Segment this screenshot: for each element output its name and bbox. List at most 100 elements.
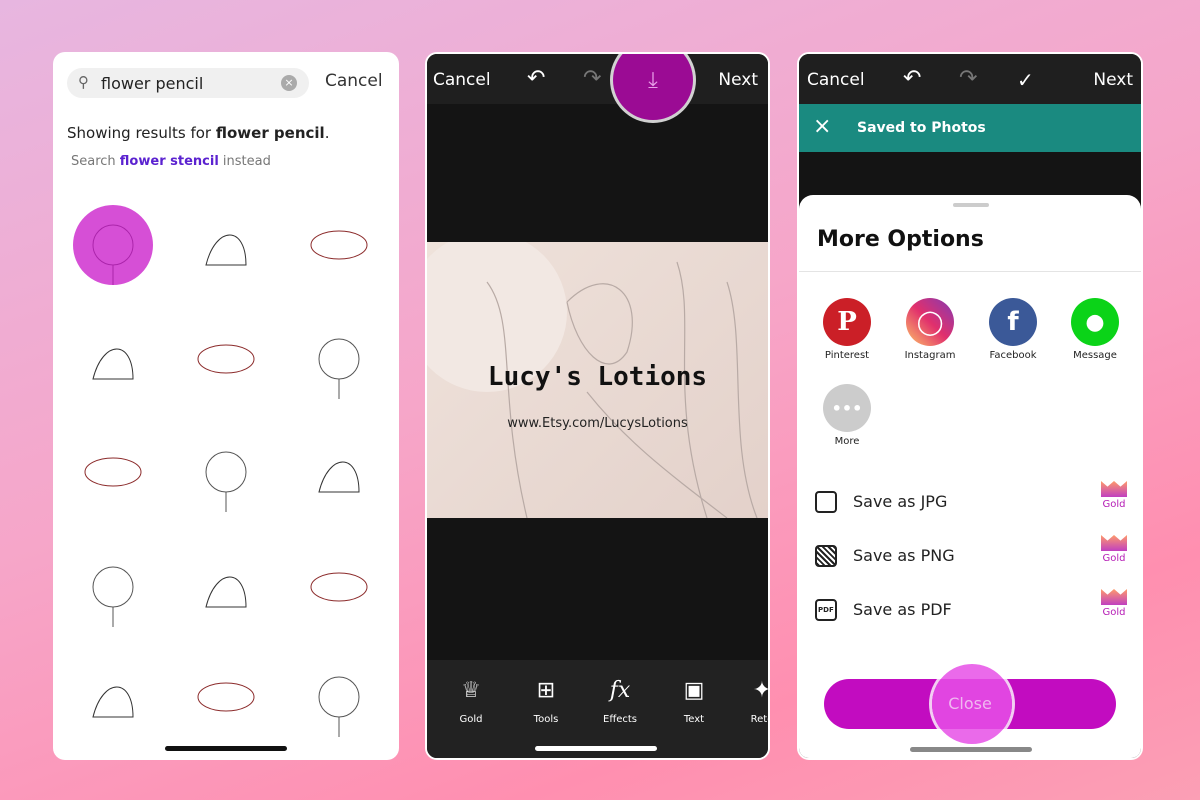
badge-label: Gold xyxy=(1102,553,1126,564)
badge-label: Gold xyxy=(1102,607,1126,618)
tool-text[interactable]: ▣ Text xyxy=(664,678,724,725)
app-label: Message xyxy=(1073,350,1117,361)
sheet-handle[interactable] xyxy=(953,203,989,207)
next-button[interactable]: Next xyxy=(1093,70,1133,90)
app-label: Pinterest xyxy=(824,350,870,361)
tool-label: Text xyxy=(683,714,705,725)
result-thumbnail[interactable] xyxy=(294,427,384,517)
search-input[interactable]: ⚲ flower pencil × xyxy=(67,68,309,98)
crown-icon: ♕ xyxy=(461,678,481,703)
check-icon[interactable]: ✓ xyxy=(1017,68,1034,92)
pdf-icon: PDF xyxy=(815,599,837,621)
share-screen: Cancel ↶ ↷ ✓ Next × Saved to Photos More… xyxy=(797,52,1143,760)
cancel-button[interactable]: Cancel xyxy=(433,70,491,90)
results-suffix: . xyxy=(324,124,330,142)
close-icon[interactable]: × xyxy=(813,114,831,139)
download-icon[interactable]: ⤓ xyxy=(613,54,693,120)
tool-label: Gold xyxy=(459,714,483,725)
tool-label: Effects xyxy=(603,714,637,725)
crop-icon: ⊞ xyxy=(536,678,556,703)
canvas-image[interactable]: Lucy's Lotions www.Etsy.com/LucysLotions xyxy=(427,242,768,518)
retouch-icon: ✦ xyxy=(752,678,770,703)
cancel-button[interactable]: Cancel xyxy=(807,70,865,90)
more-options-sheet: More Options P Pinterest ◯ Instagram f Face… xyxy=(799,195,1141,758)
save-jpg-row[interactable]: Save as JPG Gold xyxy=(815,481,1127,517)
result-thumbnail[interactable] xyxy=(68,542,158,632)
close-label: Close xyxy=(948,694,992,713)
result-thumbnail[interactable] xyxy=(294,542,384,632)
instagram-icon: ◯ xyxy=(906,298,954,346)
sheet-title: More Options xyxy=(817,227,984,252)
search-query: flower pencil xyxy=(101,74,204,93)
suggest-link[interactable]: flower stencil xyxy=(120,154,219,169)
cancel-button[interactable]: Cancel xyxy=(325,71,383,91)
more-icon: ••• xyxy=(823,384,871,432)
tool-label: Reto xyxy=(750,714,768,725)
text-icon: ▣ xyxy=(683,678,705,703)
share-pinterest[interactable]: P Pinterest xyxy=(812,298,882,361)
suggest-suffix: instead xyxy=(218,154,271,169)
search-icon: ⚲ xyxy=(78,73,89,91)
message-icon: ● xyxy=(1071,298,1119,346)
next-button[interactable]: Next xyxy=(718,70,758,90)
tap-highlight xyxy=(73,205,153,285)
row-label: Save as PDF xyxy=(853,600,952,619)
tool-bar: ♕ Gold ⊞ Tools fx Effects ▣ Text ✦ Reto xyxy=(427,660,770,758)
editor-screen: Cancel ↶ ↷ Next ⤓ Lucy's Lotions www.Ets… xyxy=(425,52,770,760)
share-more[interactable]: ••• More xyxy=(812,384,882,447)
redo-icon[interactable]: ↷ xyxy=(959,66,977,91)
result-thumbnail[interactable] xyxy=(181,314,271,404)
row-label: Save as PNG xyxy=(853,546,955,565)
clear-icon[interactable]: × xyxy=(281,75,297,91)
canvas-title: Lucy's Lotions xyxy=(487,362,708,392)
undo-icon[interactable]: ↶ xyxy=(903,66,921,91)
tool-label: Tools xyxy=(533,714,559,725)
undo-icon[interactable]: ↶ xyxy=(527,66,545,91)
search-results-screen: ⚲ flower pencil × Cancel Showing results… xyxy=(53,52,399,760)
tool-gold[interactable]: ♕ Gold xyxy=(441,678,501,725)
result-thumbnail[interactable] xyxy=(181,542,271,632)
result-thumbnail[interactable] xyxy=(181,200,271,290)
share-message[interactable]: ● Message xyxy=(1060,298,1130,361)
result-thumbnail[interactable] xyxy=(68,427,158,517)
crown-icon xyxy=(1101,535,1127,551)
tool-effects[interactable]: fx Effects xyxy=(590,678,650,725)
facebook-icon: f xyxy=(989,298,1037,346)
result-thumbnail[interactable] xyxy=(294,200,384,290)
save-png-row[interactable]: Save as PNG Gold xyxy=(815,535,1127,571)
result-thumbnail[interactable] xyxy=(294,652,384,742)
tool-retouch[interactable]: ✦ Reto xyxy=(732,678,770,725)
result-thumbnail[interactable] xyxy=(181,652,271,742)
share-facebook[interactable]: f Facebook xyxy=(978,298,1048,361)
result-thumbnail[interactable] xyxy=(294,314,384,404)
home-indicator xyxy=(910,747,1032,752)
badge-label: Gold xyxy=(1102,499,1126,510)
suggest-prefix: Search xyxy=(71,154,120,169)
tool-tools[interactable]: ⊞ Tools xyxy=(516,678,576,725)
results-text: Showing results for flower pencil. xyxy=(67,124,329,142)
result-thumbnail[interactable] xyxy=(68,314,158,404)
gold-badge: Gold xyxy=(1101,589,1127,618)
results-query: flower pencil xyxy=(215,124,325,142)
app-label: More xyxy=(834,436,860,447)
canvas-url: www.Etsy.com/LucysLotions xyxy=(507,416,688,431)
fx-icon: fx xyxy=(609,678,631,703)
crown-icon xyxy=(1101,481,1127,497)
home-indicator xyxy=(165,746,287,751)
result-thumbnail[interactable] xyxy=(181,427,271,517)
saved-banner: × Saved to Photos xyxy=(799,104,1141,152)
editor-top-bar: Cancel ↶ ↷ Next xyxy=(427,54,768,104)
gold-badge: Gold xyxy=(1101,481,1127,510)
save-pdf-row[interactable]: PDF Save as PDF Gold xyxy=(815,589,1127,625)
home-indicator xyxy=(535,746,657,751)
banner-text: Saved to Photos xyxy=(857,120,986,136)
share-instagram[interactable]: ◯ Instagram xyxy=(895,298,965,361)
png-icon xyxy=(815,545,837,567)
result-thumbnail[interactable] xyxy=(68,652,158,742)
redo-icon[interactable]: ↷ xyxy=(583,66,601,91)
image-icon xyxy=(815,491,837,513)
crown-icon xyxy=(1101,589,1127,605)
share-top-bar: Cancel ↶ ↷ ✓ Next xyxy=(799,54,1141,104)
row-label: Save as JPG xyxy=(853,492,948,511)
app-label: Instagram xyxy=(904,350,956,361)
